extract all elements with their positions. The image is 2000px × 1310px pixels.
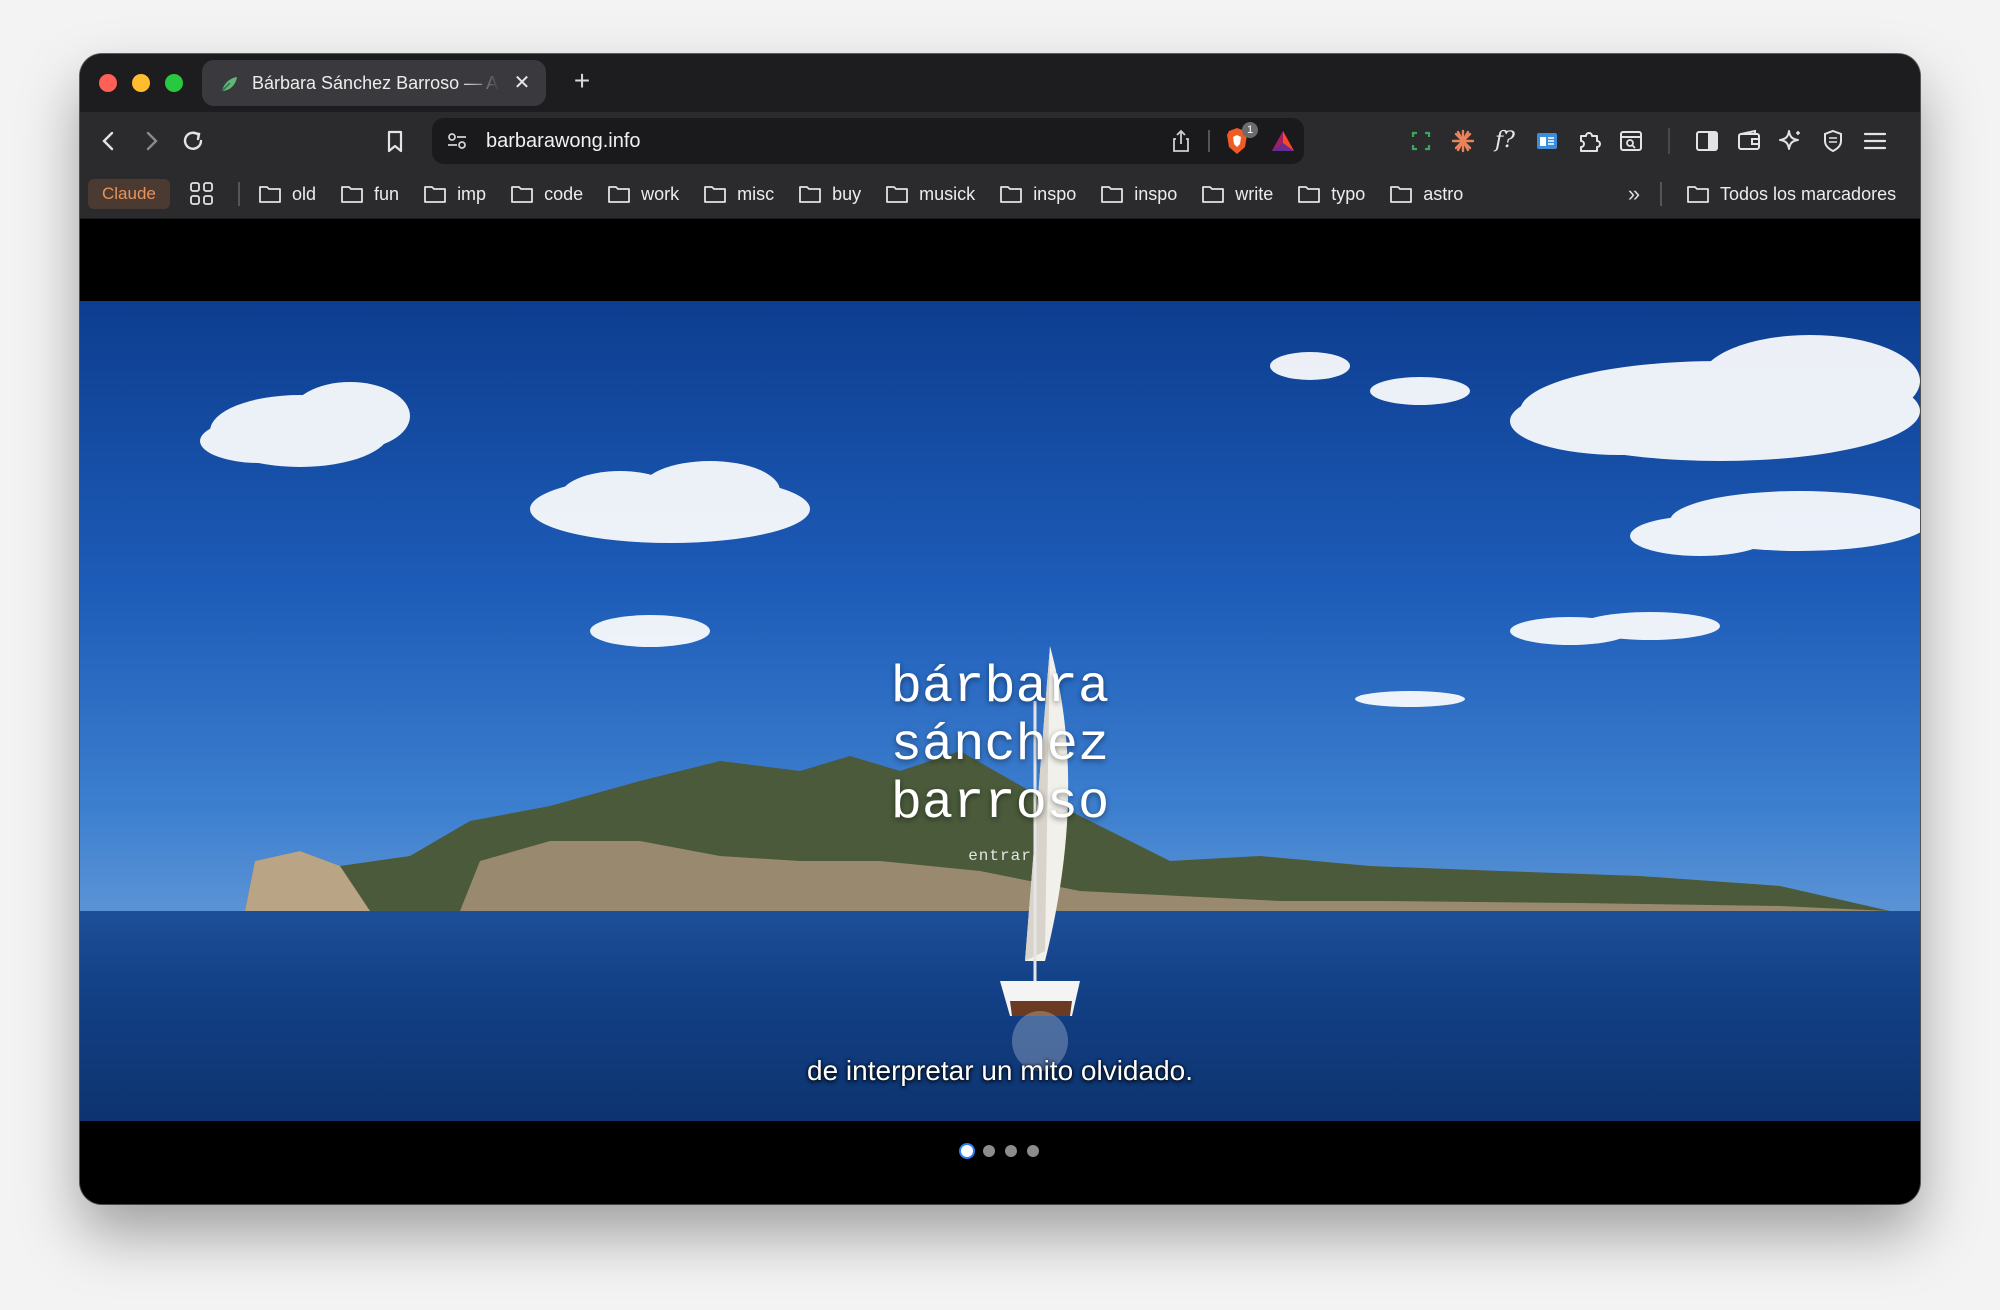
bookmark-folder[interactable]: old [258,184,316,205]
reader-extension-icon[interactable] [1530,124,1564,158]
close-window-button[interactable] [99,74,117,92]
bookmark-folder-label: work [641,183,680,204]
reload-button[interactable] [176,124,210,158]
all-bookmarks-folder[interactable]: Todos los marcadores [1686,170,1896,218]
bookmark-folder[interactable]: work [607,184,679,205]
bookmark-folder[interactable]: inspo [1100,184,1177,205]
close-tab-icon[interactable]: ✕ [510,71,534,95]
bookmark-claude[interactable]: Claude [88,179,170,209]
bookmark-folder-label: typo [1331,183,1366,204]
minimize-window-button[interactable] [132,74,150,92]
active-tab[interactable]: Bárbara Sánchez Barroso — Arquitecta ✕ [202,60,546,106]
folder-icon [608,186,631,203]
bookmark-folder-label: fun [374,183,400,204]
bookmark-folder-label: musick [919,183,976,204]
more-bookmarks-chevron-icon[interactable]: » [1618,178,1650,210]
bookmark-icon [387,130,403,153]
font-extension-icon[interactable]: f? [1488,124,1522,158]
folder-icon [341,186,363,203]
bookmark-folder-label: inspo [1033,183,1077,204]
bookmarks-divider [238,182,240,206]
bookmark-page-button[interactable] [378,124,412,158]
leaf-favicon-icon [218,73,240,95]
bookmark-folder-label: old [292,183,317,204]
bookmark-folder[interactable]: code [510,184,583,205]
all-bookmarks-label: Todos los marcadores [1720,183,1897,204]
folder-icon [1101,186,1124,203]
screenshot-extension-icon[interactable] [1404,124,1438,158]
url-text[interactable]: barbarawong.info [486,118,641,164]
bookmark-folder[interactable]: musick [885,184,975,205]
bookmarks-bar: Claude old fun imp code work misc buy mu… [80,170,1920,219]
chevron-right-icon [146,131,158,151]
bookmark-folders: old fun imp code work misc buy musick in… [258,170,1463,218]
find-in-page-icon[interactable] [1614,124,1648,158]
toolbar-divider [1668,128,1670,154]
apps-grid-icon[interactable] [188,180,216,208]
bookmark-folder[interactable]: write [1201,184,1273,205]
folder-icon [1687,186,1709,203]
share-icon[interactable] [1168,128,1194,154]
extensions-puzzle-icon[interactable] [1572,124,1606,158]
bookmark-folder-label: misc [737,183,775,204]
chevron-left-icon [102,131,114,151]
vpn-shield-icon[interactable] [1816,124,1850,158]
slide-dot[interactable] [1005,1145,1017,1157]
video-subtitle: de interpretar un mito olvidado. [807,1055,1193,1086]
brave-rewards-icon[interactable] [1270,129,1296,153]
toolbar: barbarawong.info 1 f? [80,112,1920,170]
enter-link[interactable]: entrar [968,847,1032,865]
page-viewport: de interpretar un mito olvidado. bárbara… [80,219,1920,1204]
folder-icon [259,186,281,203]
wallet-icon[interactable] [1732,124,1766,158]
bookmark-folder-label: inspo [1134,183,1178,204]
tab-title: Bárbara Sánchez Barroso — Arquitecta [252,73,500,93]
folder-icon [704,186,727,203]
slide-indicators [80,1141,1920,1161]
folder-icon [424,186,446,203]
shields-count-badge: 1 [1242,122,1258,138]
claude-extension-icon[interactable] [1446,124,1480,158]
bookmark-folder-label: write [1235,183,1274,204]
sidebar-toggle-icon[interactable] [1690,124,1724,158]
site-settings-icon[interactable] [444,128,470,154]
zoom-window-button[interactable] [165,74,183,92]
bookmarks-divider [1660,182,1662,206]
tab-strip: Bárbara Sánchez Barroso — Arquitecta ✕ + [80,54,1920,112]
slide-dot[interactable] [1027,1145,1039,1157]
reload-icon [183,131,203,150]
folder-icon [886,186,909,203]
bookmark-folder[interactable]: misc [703,184,774,205]
bookmark-folder-label: astro [1423,183,1464,204]
menu-hamburger-icon[interactable] [1858,124,1892,158]
folder-icon [799,186,822,203]
bookmark-folder[interactable]: buy [798,184,861,205]
bookmark-folder[interactable]: typo [1297,184,1365,205]
forward-button[interactable] [134,124,168,158]
sailboat [1000,646,1080,1071]
folder-icon [511,186,533,203]
bookmark-folder[interactable]: fun [340,184,399,205]
enter-link-row: entrar [80,847,1920,865]
bookmark-folder-label: imp [457,183,487,204]
slide-dot-active[interactable] [961,1145,973,1157]
bookmark-folder-label: buy [832,183,862,204]
folder-icon [1298,186,1321,203]
bookmark-folder[interactable]: inspo [999,184,1076,205]
leo-ai-sparkle-icon[interactable] [1774,124,1808,158]
folder-icon [1202,186,1225,203]
hero-video: de interpretar un mito olvidado. [80,301,1920,1121]
bookmark-folder[interactable]: astro [1389,184,1463,205]
back-button[interactable] [92,124,126,158]
folder-icon [1390,186,1413,203]
new-tab-button[interactable]: + [566,66,598,98]
browser-window: Bárbara Sánchez Barroso — Arquitecta ✕ +… [80,54,1920,1204]
folder-icon [1000,186,1023,203]
address-bar[interactable]: barbarawong.info 1 [432,118,1304,164]
bookmark-folder[interactable]: imp [423,184,486,205]
slide-dot[interactable] [983,1145,995,1157]
bookmark-folder-label: code [544,183,584,204]
address-bar-divider [1208,130,1210,152]
